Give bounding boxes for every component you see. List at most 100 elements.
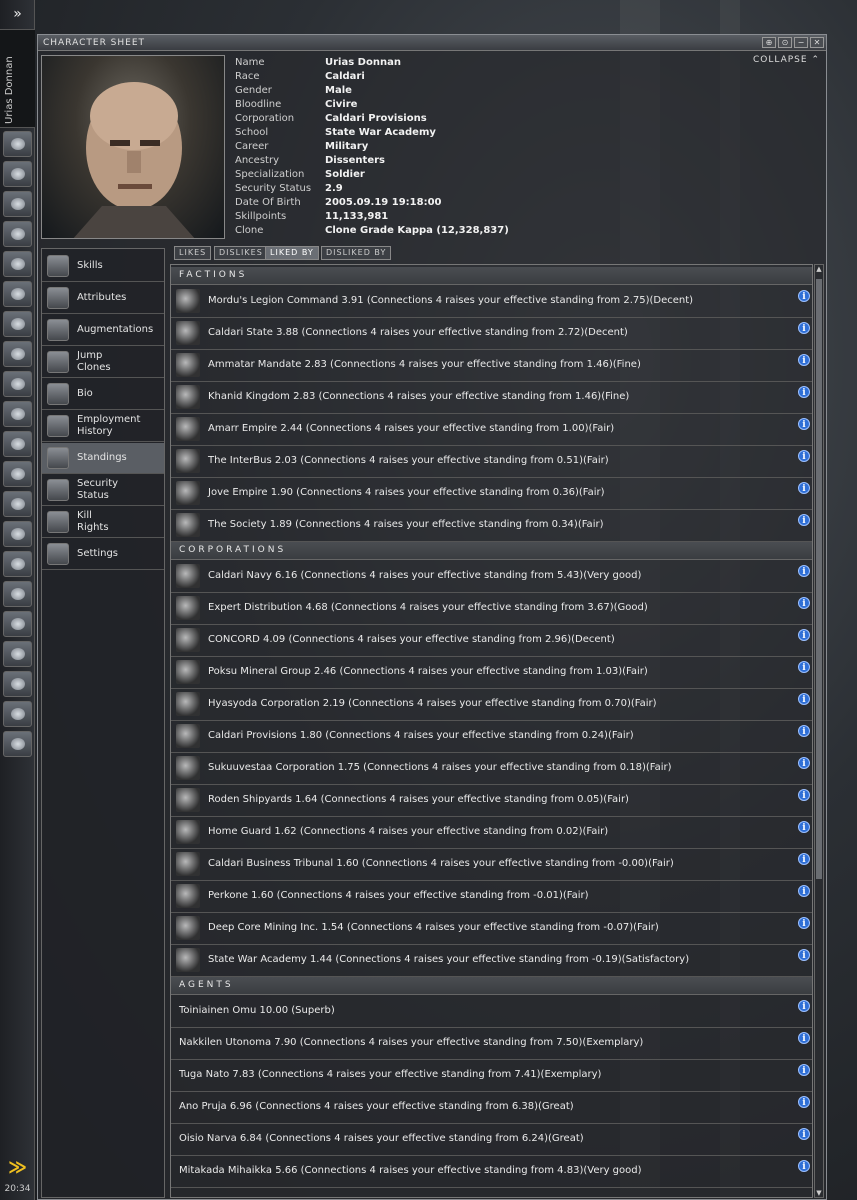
standing-row[interactable]: Hyasyoda Corporation 2.19 (Connections 4…: [171, 689, 812, 721]
info-icon[interactable]: i: [798, 322, 810, 334]
standing-row[interactable]: Oisio Narva 6.84 (Connections 4 raises y…: [171, 1124, 812, 1156]
standing-row[interactable]: Caldari Provisions 1.80 (Connections 4 r…: [171, 721, 812, 753]
industry-icon[interactable]: [3, 731, 32, 757]
info-icon[interactable]: i: [798, 725, 810, 737]
portrait-icon[interactable]: [3, 671, 32, 697]
neocom-character-tab[interactable]: Urias Donnan: [0, 30, 35, 128]
info-icon[interactable]: i: [798, 597, 810, 609]
info-icon[interactable]: i: [798, 565, 810, 577]
map-icon[interactable]: [3, 251, 32, 277]
standing-row[interactable]: Amarr Empire 2.44 (Connections 4 raises …: [171, 414, 812, 446]
info-icon[interactable]: i: [798, 789, 810, 801]
window-titlebar[interactable]: CHARACTER SHEET ⊕ ⊙ − ✕: [38, 35, 826, 51]
info-icon[interactable]: i: [798, 661, 810, 673]
help-icon[interactable]: [3, 491, 32, 517]
window-minimize-button[interactable]: −: [794, 37, 808, 48]
standing-row[interactable]: The InterBus 2.03 (Connections 4 raises …: [171, 446, 812, 478]
standing-row[interactable]: Ano Pruja 6.96 (Connections 4 raises you…: [171, 1092, 812, 1124]
tab-disliked-by[interactable]: DISLIKED BY: [321, 246, 392, 260]
info-icon[interactable]: i: [798, 386, 810, 398]
info-icon[interactable]: i: [798, 290, 810, 302]
info-icon[interactable]: i: [798, 354, 810, 366]
notepad-icon[interactable]: [3, 221, 32, 247]
info-icon[interactable]: i: [798, 917, 810, 929]
scroll-down-icon[interactable]: ▼: [815, 1189, 823, 1197]
info-icon[interactable]: i: [798, 949, 810, 961]
nav-item-attributes[interactable]: Attributes: [42, 283, 164, 314]
standing-row[interactable]: Deep Core Mining Inc. 1.54 (Connections …: [171, 913, 812, 945]
info-icon[interactable]: i: [798, 1096, 810, 1108]
standing-row[interactable]: Caldari Navy 6.16 (Connections 4 raises …: [171, 561, 812, 593]
info-icon[interactable]: i: [798, 821, 810, 833]
standing-row[interactable]: Khanid Kingdom 2.83 (Connections 4 raise…: [171, 382, 812, 414]
ships-icon[interactable]: [3, 281, 32, 307]
nav-item-employment-history[interactable]: Employment History: [42, 411, 164, 442]
nav-item-security-status[interactable]: Security Status: [42, 475, 164, 506]
standing-row[interactable]: Perkone 1.60 (Connections 4 raises your …: [171, 881, 812, 913]
info-icon[interactable]: i: [798, 418, 810, 430]
nav-item-augmentations[interactable]: Augmentations: [42, 315, 164, 346]
fitting-icon[interactable]: [3, 701, 32, 727]
character-sheet-icon[interactable]: [3, 131, 32, 157]
standing-row[interactable]: CONCORD 4.09 (Connections 4 raises your …: [171, 625, 812, 657]
audio-icon[interactable]: [3, 611, 32, 637]
nav-item-settings[interactable]: Settings: [42, 539, 164, 570]
standing-row[interactable]: Caldari State 3.88 (Connections 4 raises…: [171, 318, 812, 350]
science-icon[interactable]: [3, 341, 32, 367]
info-icon[interactable]: i: [798, 1064, 810, 1076]
people-places-icon[interactable]: [3, 161, 32, 187]
settings-gear-icon[interactable]: [3, 581, 32, 607]
info-icon[interactable]: i: [798, 1000, 810, 1012]
standings-scrollbar[interactable]: ▲ ▼: [814, 264, 824, 1198]
info-icon[interactable]: i: [798, 757, 810, 769]
info-icon[interactable]: i: [798, 482, 810, 494]
window-close-button[interactable]: ✕: [810, 37, 824, 48]
standing-row[interactable]: Caldari Business Tribunal 1.60 (Connecti…: [171, 849, 812, 881]
info-icon[interactable]: i: [798, 853, 810, 865]
standing-row[interactable]: Nakkilen Utonoma 7.90 (Connections 4 rai…: [171, 1028, 812, 1060]
nav-item-standings[interactable]: Standings: [42, 443, 164, 474]
standing-row[interactable]: Toiniainen Omu 10.00 (Superb) i: [171, 996, 812, 1028]
nav-item-kill-rights[interactable]: Kill Rights: [42, 507, 164, 538]
assets-icon[interactable]: [3, 401, 32, 427]
tab-likes[interactable]: LIKES: [174, 246, 212, 260]
scrollbar-thumb[interactable]: [816, 279, 822, 879]
info-icon[interactable]: i: [798, 1032, 810, 1044]
info-icon[interactable]: i: [798, 1128, 810, 1140]
info-icon[interactable]: i: [798, 450, 810, 462]
browser-icon[interactable]: [3, 551, 32, 577]
tab-liked-by[interactable]: LIKED BY: [265, 246, 319, 260]
scroll-up-icon[interactable]: ▲: [815, 265, 823, 273]
standing-row[interactable]: Expert Distribution 4.68 (Connections 4 …: [171, 593, 812, 625]
window-pin-button[interactable]: ⊕: [762, 37, 776, 48]
standing-row[interactable]: Poksu Mineral Group 2.46 (Connections 4 …: [171, 657, 812, 689]
window-options-button[interactable]: ⊙: [778, 37, 792, 48]
info-icon[interactable]: i: [798, 1160, 810, 1172]
mail-icon[interactable]: [3, 191, 32, 217]
standing-row[interactable]: Tuga Nato 7.83 (Connections 4 raises you…: [171, 1060, 812, 1092]
nav-item-jump-clones[interactable]: Jump Clones: [42, 347, 164, 378]
neocom-expand-arrows-icon[interactable]: ≫: [3, 1158, 32, 1180]
standing-row[interactable]: Sukuuvestaa Corporation 1.75 (Connection…: [171, 753, 812, 785]
neocom-menu-button[interactable]: »: [0, 0, 35, 30]
corporation-icon[interactable]: [3, 371, 32, 397]
tab-dislikes[interactable]: DISLIKES: [214, 246, 268, 260]
info-icon[interactable]: i: [798, 693, 810, 705]
info-icon[interactable]: i: [798, 885, 810, 897]
standing-row[interactable]: Jove Empire 1.90 (Connections 4 raises y…: [171, 478, 812, 510]
standing-row[interactable]: Home Guard 1.62 (Connections 4 raises yo…: [171, 817, 812, 849]
contracts-icon[interactable]: [3, 521, 32, 547]
wallet-icon[interactable]: [3, 461, 32, 487]
standing-row[interactable]: The Society 1.89 (Connections 4 raises y…: [171, 510, 812, 542]
nav-item-skills[interactable]: Skills: [42, 251, 164, 282]
standing-row[interactable]: State War Academy 1.44 (Connections 4 ra…: [171, 945, 812, 977]
nav-item-bio[interactable]: Bio: [42, 379, 164, 410]
standing-row[interactable]: Mitakada Mihaikka 5.66 (Connections 4 ra…: [171, 1156, 812, 1188]
info-icon[interactable]: i: [798, 629, 810, 641]
info-icon[interactable]: [3, 641, 32, 667]
standing-row[interactable]: Ammatar Mandate 2.83 (Connections 4 rais…: [171, 350, 812, 382]
standing-row[interactable]: Roden Shipyards 1.64 (Connections 4 rais…: [171, 785, 812, 817]
info-icon[interactable]: i: [798, 514, 810, 526]
collapse-button[interactable]: COLLAPSE ⌃: [753, 55, 820, 65]
standing-row[interactable]: Mordu's Legion Command 3.91 (Connections…: [171, 286, 812, 318]
